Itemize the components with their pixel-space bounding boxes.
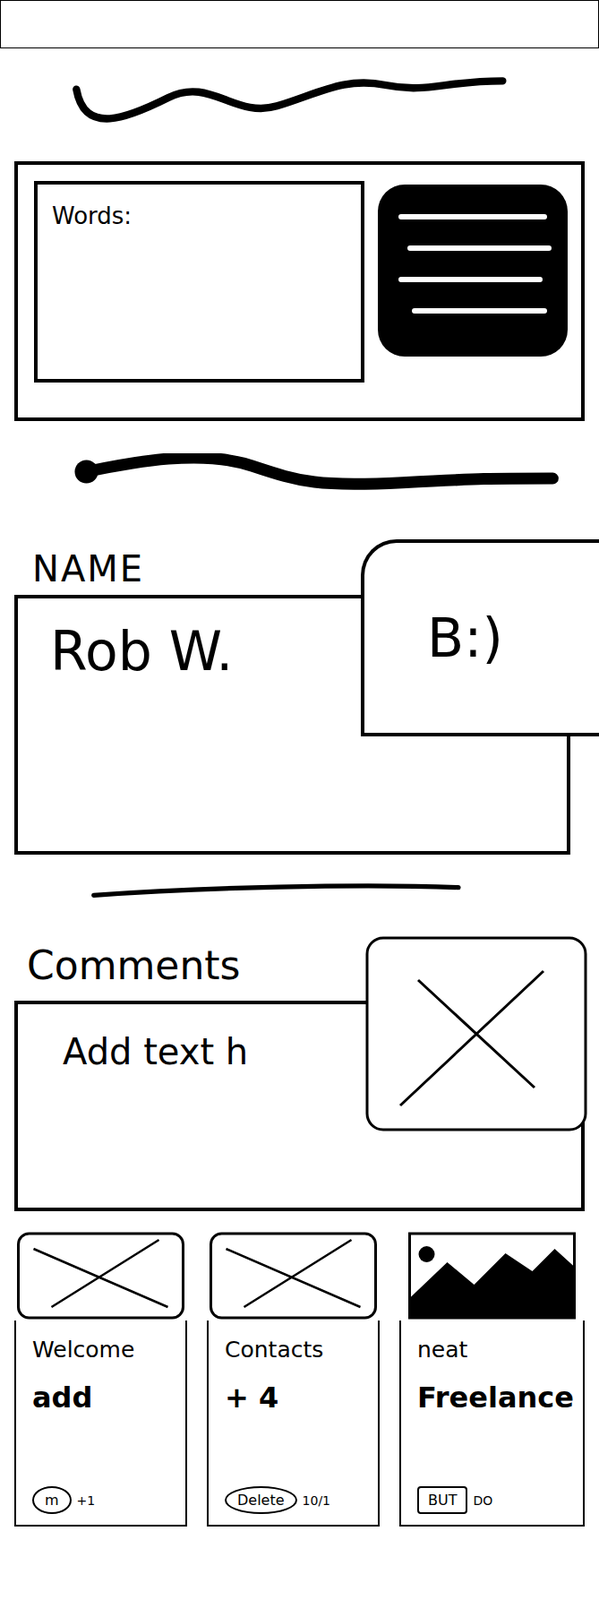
card-title: Welcome: [32, 1335, 177, 1362]
card-note: 10/1: [302, 1492, 331, 1507]
card-button[interactable]: Delete: [224, 1485, 298, 1514]
card[interactable]: Welcome add m +1: [14, 1230, 188, 1526]
card-body: Welcome add m +1: [14, 1319, 188, 1526]
words-box[interactable]: Words:: [34, 180, 365, 383]
card-actions: BUT DO: [417, 1485, 574, 1514]
card[interactable]: Contacts + 4 Delete 10/1: [206, 1230, 380, 1526]
card-button[interactable]: m: [32, 1485, 72, 1514]
card-actions: Delete 10/1: [224, 1485, 369, 1514]
name-value: Rob W.: [50, 619, 233, 683]
card-actions: m +1: [32, 1485, 177, 1514]
card-title: Contacts: [224, 1335, 369, 1362]
card[interactable]: neat Freelance BUT DO: [399, 1230, 585, 1526]
image-placeholder-icon: [364, 934, 589, 1132]
card-note: +1: [77, 1492, 96, 1507]
card-body: Contacts + 4 Delete 10/1: [206, 1319, 380, 1526]
card-row: Welcome add m +1 Contacts + 4 Delete 10/1 neat Fr…: [14, 1230, 585, 1526]
wireframe-page: Words: NAMERob W.B:) CommentsAdd text h Wel…: [0, 0, 599, 1600]
image-placeholder-icon: [206, 1230, 380, 1320]
squiggle-divider: [68, 453, 570, 504]
divider-line: [85, 877, 552, 905]
words-panel: Words:: [14, 161, 585, 421]
card-title: neat: [417, 1335, 574, 1362]
card-button[interactable]: BUT: [417, 1485, 468, 1514]
card-text: Freelance: [417, 1379, 574, 1414]
mountain-photo-icon: [399, 1230, 585, 1320]
redacted-scribble-icon: [373, 180, 573, 360]
card-body: neat Freelance BUT DO: [399, 1319, 585, 1526]
image-placeholder-icon: [14, 1230, 188, 1320]
comments-section: CommentsAdd text h: [14, 931, 585, 1211]
card-note: DO: [472, 1492, 493, 1507]
words-label: Words:: [51, 202, 132, 230]
name-section: NAMERob W.B:): [14, 539, 585, 855]
name-badge: B:): [360, 539, 599, 736]
card-text: add: [32, 1379, 177, 1414]
squiggle-divider: [68, 68, 570, 128]
card-text: + 4: [224, 1379, 369, 1414]
comments-placeholder: Add text h: [62, 1030, 249, 1072]
top-bar: [0, 0, 599, 49]
